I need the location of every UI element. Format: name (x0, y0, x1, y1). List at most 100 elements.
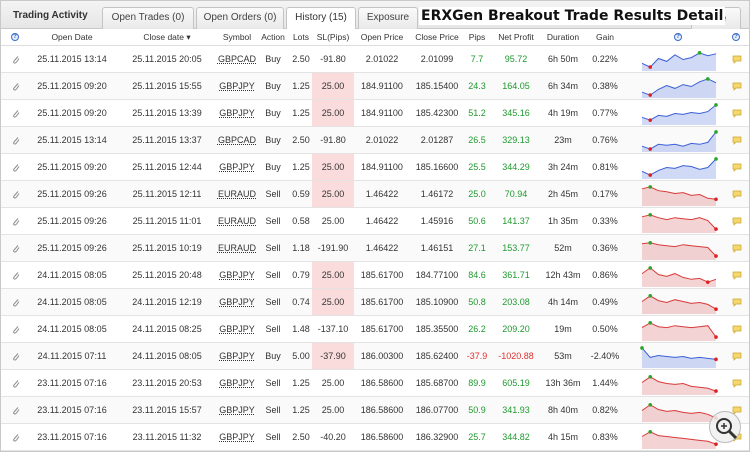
attachment-icon[interactable] (12, 136, 20, 145)
cell-close-price: 1.46172 (420, 189, 454, 199)
col-close-date[interactable]: Close date ▾ (127, 29, 207, 46)
cell-symbol[interactable]: GBPCAD (217, 46, 257, 72)
cell-lots: 0.59 (292, 189, 310, 199)
comment-icon[interactable] (732, 352, 742, 361)
table-row[interactable]: 25.11.2015 13:14 25.11.2015 13:37 GBPCAD Bu… (1, 127, 749, 154)
equity-sparkline (641, 213, 718, 233)
cell-symbol[interactable]: GBPJPY (217, 73, 257, 99)
comment-icon[interactable] (732, 82, 742, 91)
col-gain[interactable]: Gain (590, 29, 620, 46)
cell-close-date: 25.11.2015 10:19 (132, 243, 202, 253)
comment-icon[interactable] (732, 190, 742, 199)
cell-close-date: 25.11.2015 20:48 (132, 270, 202, 280)
cell-symbol[interactable]: GBPJPY (217, 343, 257, 369)
table-row[interactable]: 25.11.2015 09:20 25.11.2015 15:55 GBPJPY Bu… (1, 73, 749, 100)
notes-help-icon[interactable]: ? (732, 33, 740, 41)
equity-sparkline (641, 241, 718, 260)
cell-net-profit: 605.19 (502, 378, 530, 388)
cell-symbol[interactable]: GBPCAD (217, 127, 257, 153)
tab-open-trades[interactable]: Open Trades (0) (102, 7, 194, 29)
cell-symbol[interactable]: GBPJPY (217, 370, 257, 396)
attachment-icon[interactable] (12, 163, 20, 172)
table-row[interactable]: 23.11.2015 07:16 23.11.2015 20:53 GBPJPY Se… (1, 370, 749, 397)
table-row[interactable]: 24.11.2015 07:11 24.11.2015 08:05 GBPJPY Bu… (1, 343, 749, 370)
cell-symbol[interactable]: GBPJPY (217, 100, 257, 126)
cell-lots: 0.79 (292, 270, 310, 280)
cell-close-date: 25.11.2015 13:39 (132, 108, 202, 118)
table-row[interactable]: 24.11.2015 08:05 25.11.2015 20:48 GBPJPY Se… (1, 262, 749, 289)
table-row[interactable]: 23.11.2015 07:16 23.11.2015 11:32 GBPJPY Se… (1, 424, 749, 451)
col-net-profit[interactable]: Net Profit (494, 29, 538, 46)
table-header: ? Open Date Close date ▾ Symbol Action L… (1, 29, 749, 46)
cell-symbol[interactable]: GBPJPY (217, 289, 257, 315)
attachment-icon[interactable] (12, 352, 20, 361)
help-icon[interactable]: ? (11, 33, 19, 41)
cell-net-profit: -1020.88 (498, 351, 534, 361)
cell-lots: 0.74 (292, 297, 310, 307)
cell-symbol[interactable]: GBPJPY (217, 316, 257, 342)
comment-icon[interactable] (732, 244, 742, 253)
comment-icon[interactable] (732, 163, 742, 172)
comment-icon[interactable] (732, 136, 742, 145)
cell-close-date: 24.11.2015 08:05 (132, 351, 202, 361)
cell-symbol[interactable]: GBPJPY (217, 154, 257, 180)
zoom-icon[interactable] (709, 411, 741, 443)
col-symbol[interactable]: Symbol (217, 29, 257, 46)
cell-action: Buy (265, 108, 281, 118)
table-row[interactable]: 25.11.2015 09:26 25.11.2015 11:01 EURAUD Se… (1, 208, 749, 235)
col-open-date[interactable]: Open Date (35, 29, 109, 46)
attachment-icon[interactable] (12, 217, 20, 226)
attachment-icon[interactable] (12, 190, 20, 199)
col-pips[interactable]: Pips (466, 29, 488, 46)
col-lots[interactable]: Lots (289, 29, 313, 46)
comment-icon[interactable] (732, 325, 742, 334)
cell-open-price: 184.91100 (361, 108, 403, 118)
col-sl-pips[interactable]: SL(Pips) (312, 29, 354, 46)
cell-open-price: 1.46422 (365, 243, 399, 253)
table-row[interactable]: 24.11.2015 08:05 24.11.2015 12:19 GBPJPY Se… (1, 289, 749, 316)
cell-action: Sell (265, 270, 281, 280)
comment-icon[interactable] (732, 271, 742, 280)
table-row[interactable]: 25.11.2015 09:26 25.11.2015 10:19 EURAUD Se… (1, 235, 749, 262)
tab-open-orders[interactable]: Open Orders (0) (196, 7, 284, 29)
cell-action: Buy (265, 351, 281, 361)
tab-history[interactable]: History (15) (286, 7, 356, 30)
sparkline-max-point (697, 51, 702, 55)
tab-exposure[interactable]: Exposure (358, 7, 418, 29)
sparkline-max-point (648, 430, 653, 434)
attachment-icon[interactable] (12, 325, 20, 334)
comment-icon[interactable] (732, 109, 742, 118)
attachment-icon[interactable] (12, 406, 20, 415)
comment-icon[interactable] (732, 298, 742, 307)
attachment-icon[interactable] (12, 55, 20, 64)
cell-symbol[interactable]: GBPJPY (217, 397, 257, 423)
cell-close-price: 185.68700 (415, 378, 459, 388)
chart-help-icon[interactable]: ? (674, 33, 682, 41)
attachment-icon[interactable] (12, 298, 20, 307)
attachment-icon[interactable] (12, 379, 20, 388)
attachment-icon[interactable] (12, 109, 20, 118)
cell-symbol[interactable]: EURAUD (217, 181, 257, 207)
attachment-icon[interactable] (12, 271, 20, 280)
cell-open-price: 185.61700 (360, 297, 404, 307)
table-row[interactable]: 23.11.2015 07:16 23.11.2015 15:57 GBPJPY Se… (1, 397, 749, 424)
attachment-icon[interactable] (12, 82, 20, 91)
table-row[interactable]: 25.11.2015 13:14 25.11.2015 20:05 GBPCAD Bu… (1, 46, 749, 73)
cell-symbol[interactable]: GBPJPY (217, 424, 257, 450)
table-row[interactable]: 25.11.2015 09:20 25.11.2015 13:39 GBPJPY Bu… (1, 100, 749, 127)
comment-icon[interactable] (732, 379, 742, 388)
cell-symbol[interactable]: EURAUD (217, 235, 257, 261)
comment-icon[interactable] (732, 217, 742, 226)
table-row[interactable]: 24.11.2015 08:05 24.11.2015 08:25 GBPJPY Se… (1, 316, 749, 343)
col-duration[interactable]: Duration (542, 29, 584, 46)
cell-symbol[interactable]: GBPJPY (217, 262, 257, 288)
attachment-icon[interactable] (12, 244, 20, 253)
comment-icon[interactable] (732, 55, 742, 64)
col-open-price[interactable]: Open Price (356, 29, 408, 46)
cell-symbol[interactable]: EURAUD (217, 208, 257, 234)
table-row[interactable]: 25.11.2015 09:26 25.11.2015 12:11 EURAUD Se… (1, 181, 749, 208)
attachment-icon[interactable] (12, 433, 20, 442)
table-row[interactable]: 25.11.2015 09:20 25.11.2015 12:44 GBPJPY Bu… (1, 154, 749, 181)
col-action[interactable]: Action (258, 29, 288, 46)
col-close-price[interactable]: Close Price (412, 29, 462, 46)
